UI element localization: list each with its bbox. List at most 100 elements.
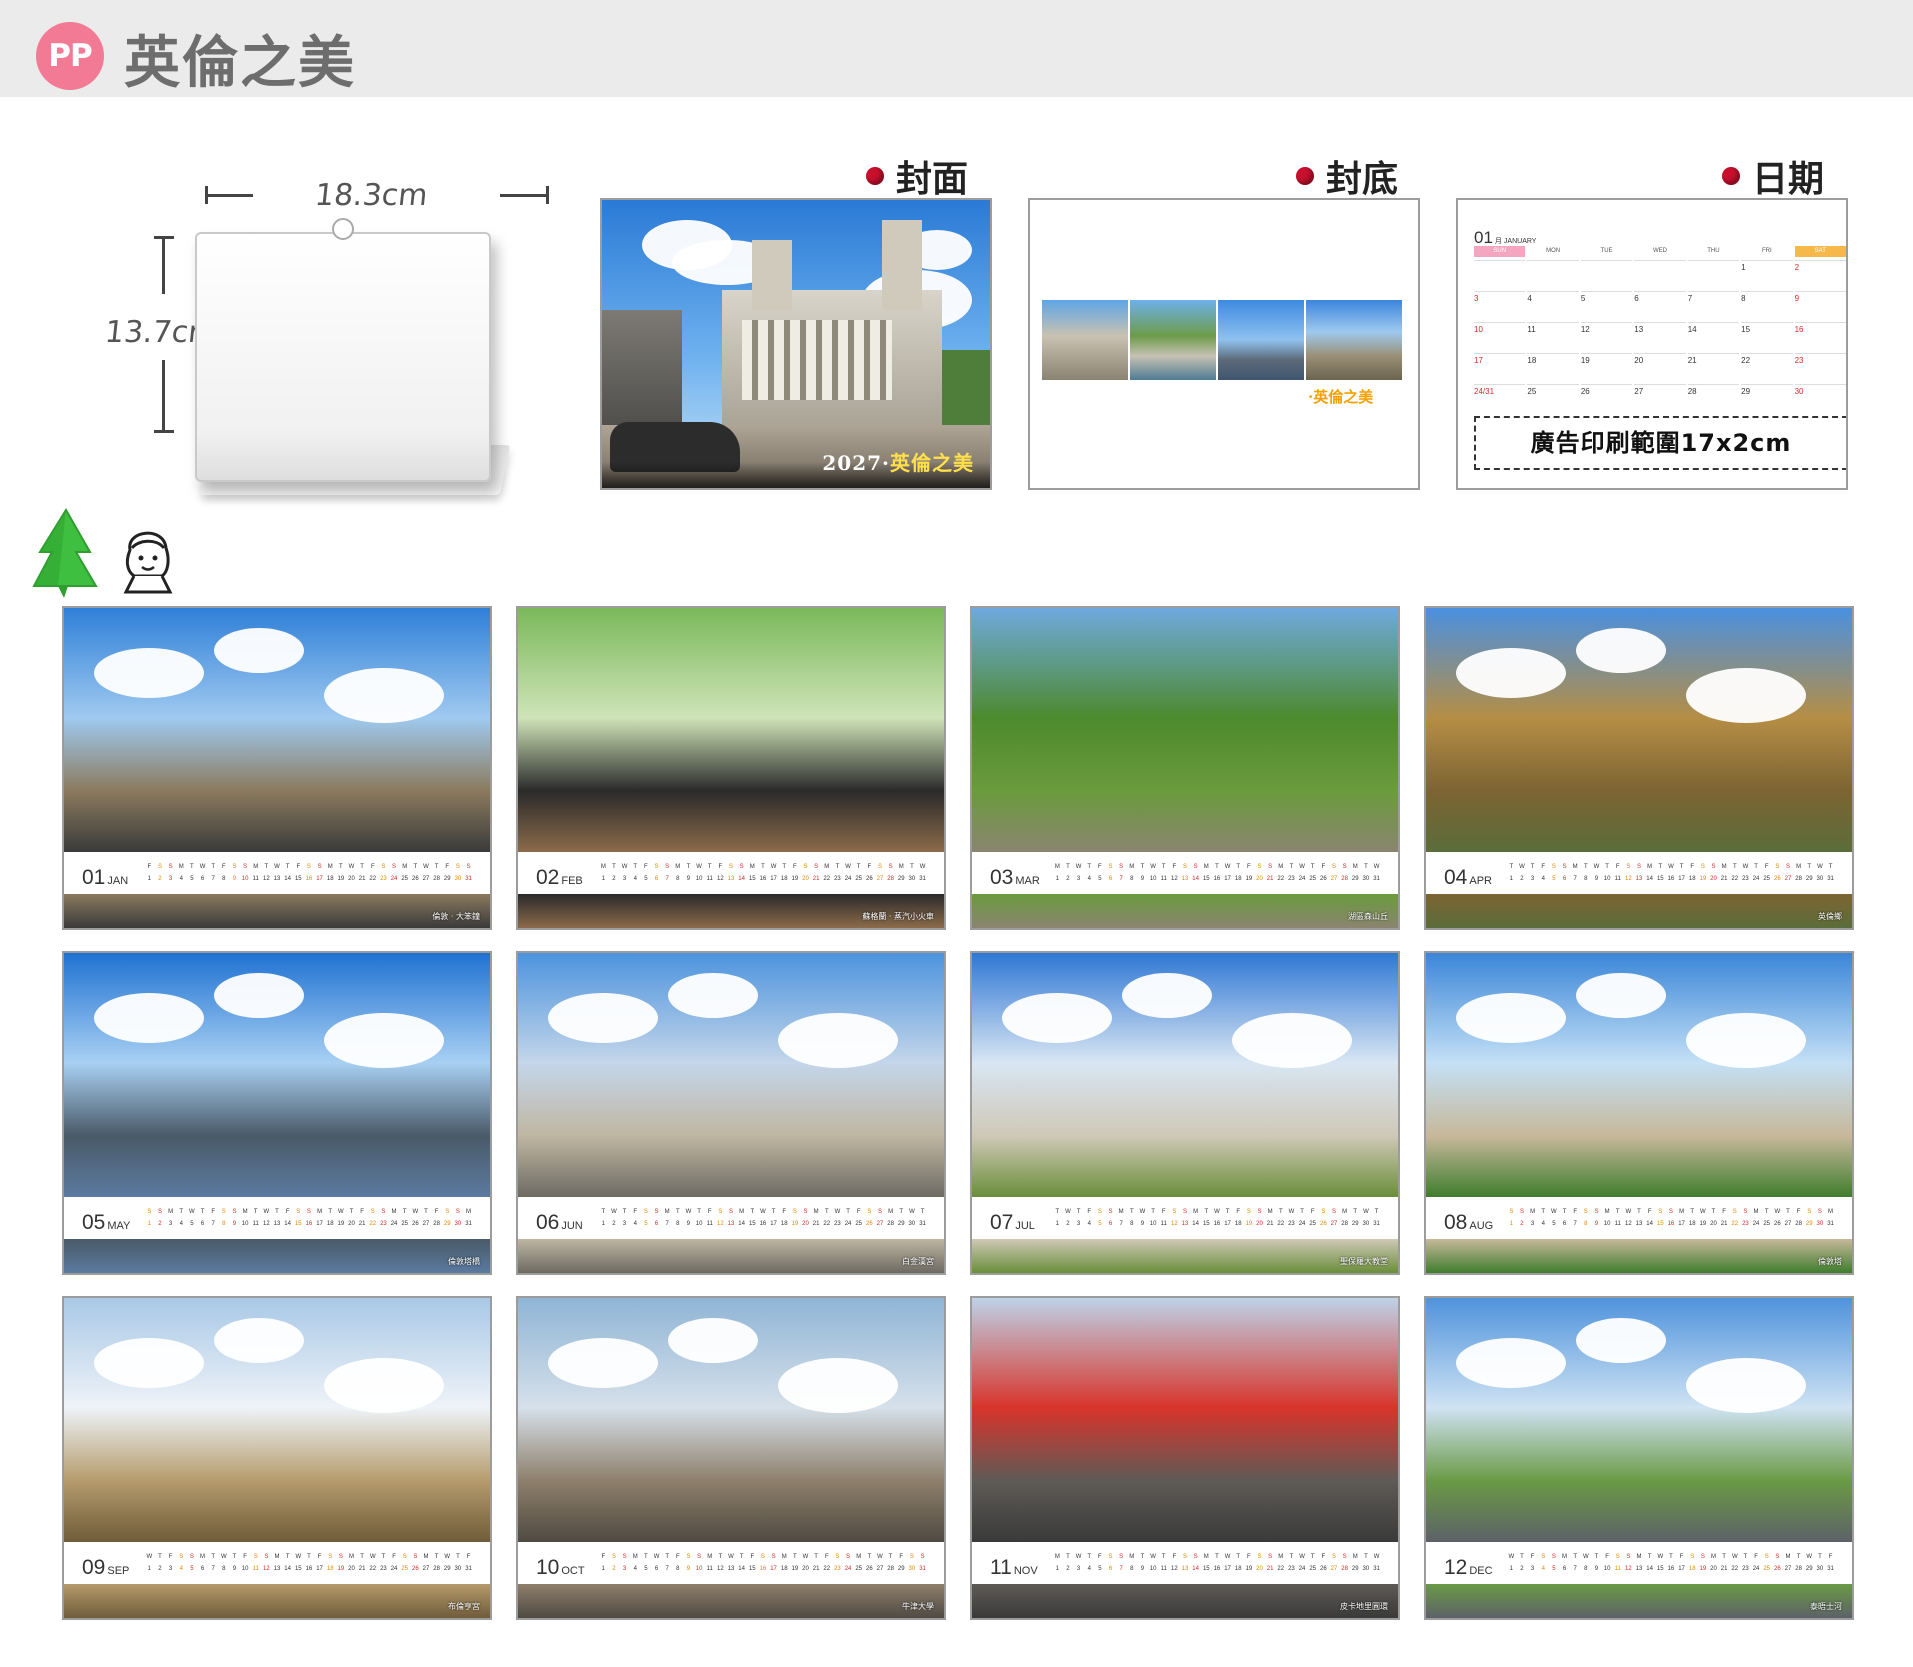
month-caption: 蘇格蘭 · 蒸汽小火車 — [862, 912, 934, 921]
month-photo — [1426, 1298, 1852, 1542]
month-page-05[interactable]: 05 MAY S S M T W T F S S M T W T F S S M T W T F S S M T W T F S S M 1 2 3 4… — [62, 951, 492, 1275]
back-thumb-lake — [1130, 300, 1216, 380]
month-date-strip: 03 MAR M T W T F S S M T W T F S S M T W T F S S M T W T F S S M T W 1 2 3 4… — [972, 852, 1398, 894]
calendar-day-cell: 24/31 — [1474, 384, 1526, 415]
month-number: 05 MAY — [82, 1211, 131, 1234]
red-bullet-icon — [866, 167, 884, 185]
month-day-row: SSMTWTFSSMTWTFSSMTWTFSSMTWTFSSM123456789… — [1509, 1209, 1834, 1227]
month-photo-bottom: 倫敦 · 大笨鐘 — [64, 894, 490, 928]
month-photo — [518, 1298, 944, 1542]
month-day-row: MTWTFSSMTWTFSSMTWTFSSMTWTFSSMTW123456789… — [1054, 1554, 1380, 1572]
calendar-day-cell — [1687, 260, 1740, 291]
page-title: 英倫之美 — [124, 31, 356, 96]
month-photo — [64, 953, 490, 1197]
back-caption: ·英倫之美 — [1308, 388, 1374, 406]
cloud — [1232, 1013, 1352, 1068]
month-page-12[interactable]: 12 DEC W T F S S M T W T F S S M T W T F S S M T W T F S S M T W T F 1 2 3 4… — [1424, 1296, 1854, 1620]
cloud — [1456, 648, 1566, 698]
cloud — [324, 668, 444, 723]
date-month-number: 01 — [1474, 228, 1493, 247]
month-page-02[interactable]: 02 FEB M T W T F S S M T W T F S S M T W T F S S M T W T F S S M T W 1 2 3 4… — [516, 606, 946, 930]
width-arrow-left — [205, 194, 253, 197]
month-date-strip: 11 NOV M T W T F S S M T W T F S S M T W T F S S M T W T F S S M T W 1 2 3 4… — [972, 1542, 1398, 1584]
calendar-day-cell: 15 — [1741, 322, 1793, 353]
calendar-day-cell: 4 — [1527, 291, 1579, 322]
month-caption: 倫敦塔橋 — [448, 1257, 480, 1266]
month-caption: 聖保羅大教堂 — [1340, 1257, 1388, 1266]
month-number: 01 JAN — [82, 866, 129, 889]
cloud — [324, 1013, 444, 1068]
calendar-day-cell: 7 — [1687, 291, 1740, 322]
back-cover-preview[interactable]: ·英倫之美 — [1028, 198, 1420, 490]
month-caption: 倫敦 · 大笨鐘 — [432, 912, 480, 921]
month-page-11[interactable]: 11 NOV M T W T F S S M T W T F S S M T W T F S S M T W T F S S M T W 1 2 3 4… — [970, 1296, 1400, 1620]
cloud — [94, 1338, 204, 1388]
cloud — [668, 973, 758, 1018]
month-caption: 倫敦塔 — [1818, 1257, 1842, 1266]
pp-logo-badge: PP — [36, 22, 104, 90]
month-page-03[interactable]: 03 MAR M T W T F S S M T W T F S S M T W T F S S M T W T F S S M T W 1 2 3 4… — [970, 606, 1400, 930]
calendar-day-cell: 22 — [1741, 353, 1793, 384]
cloud — [548, 1338, 658, 1388]
back-thumb-bridge — [1218, 300, 1304, 380]
month-photo — [972, 1298, 1398, 1542]
calendar-product-sheet: PP 英倫之美 18.3cm 13.7cm 封面 封底 日期 2027·英倫之美… — [0, 0, 1913, 1667]
month-photo-bottom: 英倫鄉 — [1426, 894, 1852, 928]
month-page-07[interactable]: 07 JUL T W T F S S M T W T F S S M T W T F S S M T W T F S S M T W T 1 2 3 4… — [970, 951, 1400, 1275]
cover-title-text: 英倫之美 — [890, 451, 974, 475]
month-page-04[interactable]: 04 APR T W T F S S M T W T F S S M T W T F S S M T W T F S S M T W T 1 2 3 4… — [1424, 606, 1854, 930]
weekday-header: SUN — [1474, 246, 1526, 257]
cloud — [94, 648, 204, 698]
weekday-header: MON — [1527, 246, 1579, 257]
month-photo-bottom: 湖區森山丘 — [972, 894, 1398, 928]
tree-icon — [32, 508, 98, 598]
month-caption: 泰晤士河 — [1810, 1602, 1842, 1611]
red-bullet-icon — [1722, 167, 1740, 185]
cover-year: 2027 — [822, 451, 883, 475]
month-date-strip: 06 JUN T W T F S S M T W T F S S M T W T F S S M T W T F S S M T W T 1 2 3 4… — [518, 1197, 944, 1239]
calendar-day-cell: 23 — [1794, 353, 1846, 384]
height-tick-bottom — [154, 430, 174, 433]
width-arrow-right — [500, 194, 546, 197]
month-day-row: FSSMTWTFSSMTWTFSSMTWTFSSMTWTFSS123456789… — [147, 864, 472, 882]
calendar-day-cell: 26 — [1580, 384, 1633, 415]
month-caption: 牛津大學 — [902, 1602, 934, 1611]
weekday-header: TUE — [1580, 246, 1633, 257]
cover-preview[interactable]: 2027·英倫之美 — [600, 198, 992, 490]
month-photo — [64, 608, 490, 852]
hanging-hole-icon — [332, 218, 354, 240]
month-caption: 布倫亨宮 — [448, 1602, 480, 1611]
date-page-preview[interactable]: 01 月 JANUARY SUN MON TUE WED THU FRI SAT 1 2 3 4 5 6 7 8… — [1456, 198, 1848, 490]
cloud — [1686, 668, 1806, 723]
month-photo-bottom: 白金漢宮 — [518, 1239, 944, 1273]
width-label: 18.3cm — [313, 178, 430, 213]
calendar-day-cell: 21 — [1687, 353, 1740, 384]
month-photo — [64, 1298, 490, 1542]
weekday-header: THU — [1687, 246, 1740, 257]
cloud — [1576, 1318, 1666, 1363]
month-page-01[interactable]: 01 JAN F S S M T W T F S S M T W T F S S M T W T F S S M T W T F S S 1 2 3 4… — [62, 606, 492, 930]
month-photo-bottom: 倫敦塔橋 — [64, 1239, 490, 1273]
month-date-strip: 04 APR T W T F S S M T W T F S S M T W T F S S M T W T F S S M T W T 1 2 3 4… — [1426, 852, 1852, 894]
month-date-strip: 09 SEP W T F S S M T W T F S S M T W T F S S M T W T F S S M T W T F 1 2 3 4… — [64, 1542, 490, 1584]
section-label-back: 封底 — [1296, 150, 1398, 202]
month-page-06[interactable]: 06 JUN T W T F S S M T W T F S S M T W T F S S M T W T F S S M T W T 1 2 3 4… — [516, 951, 946, 1275]
calendar-day-cell: 29 — [1741, 384, 1793, 415]
month-photo-bottom: 牛津大學 — [518, 1584, 944, 1618]
date-calendar-grid: SUN MON TUE WED THU FRI SAT 1 2 3 4 5 6 7 8 9 10 11 12 13 14… — [1474, 246, 1846, 416]
month-date-strip: 08 AUG S S M T W T F S S M T W T F S S M T W T F S S M T W T F S S M 1 2 3 4… — [1426, 1197, 1852, 1239]
month-page-09[interactable]: 09 SEP W T F S S M T W T F S S M T W T F S S M T W T F S S M T W T F 1 2 3 4… — [62, 1296, 492, 1620]
month-day-row: TWTFSSMTWTFSSMTWTFSSMTWTFSSMTWT123456789… — [1055, 1209, 1380, 1227]
cloud — [324, 1358, 444, 1413]
date-month-label: 01 月 JANUARY — [1474, 228, 1537, 247]
cover-photo: 2027·英倫之美 — [602, 200, 990, 488]
cloud — [1576, 973, 1666, 1018]
ad-print-area: 廣告印刷範圍17x2cm — [1474, 416, 1846, 470]
month-photo — [518, 608, 944, 852]
back-thumb-bigben — [1306, 300, 1402, 380]
weekday-header: WED — [1634, 246, 1686, 257]
month-photo — [972, 608, 1398, 852]
month-page-10[interactable]: 10 OCT F S S M T W T F S S M T W T F S S M T W T F S S M T W T F S S 1 2 3 4… — [516, 1296, 946, 1620]
calendar-day-cell: 12 — [1580, 322, 1633, 353]
month-page-08[interactable]: 08 AUG S S M T W T F S S M T W T F S S M T W T F S S M T W T F S S M 1 2 3 4… — [1424, 951, 1854, 1275]
